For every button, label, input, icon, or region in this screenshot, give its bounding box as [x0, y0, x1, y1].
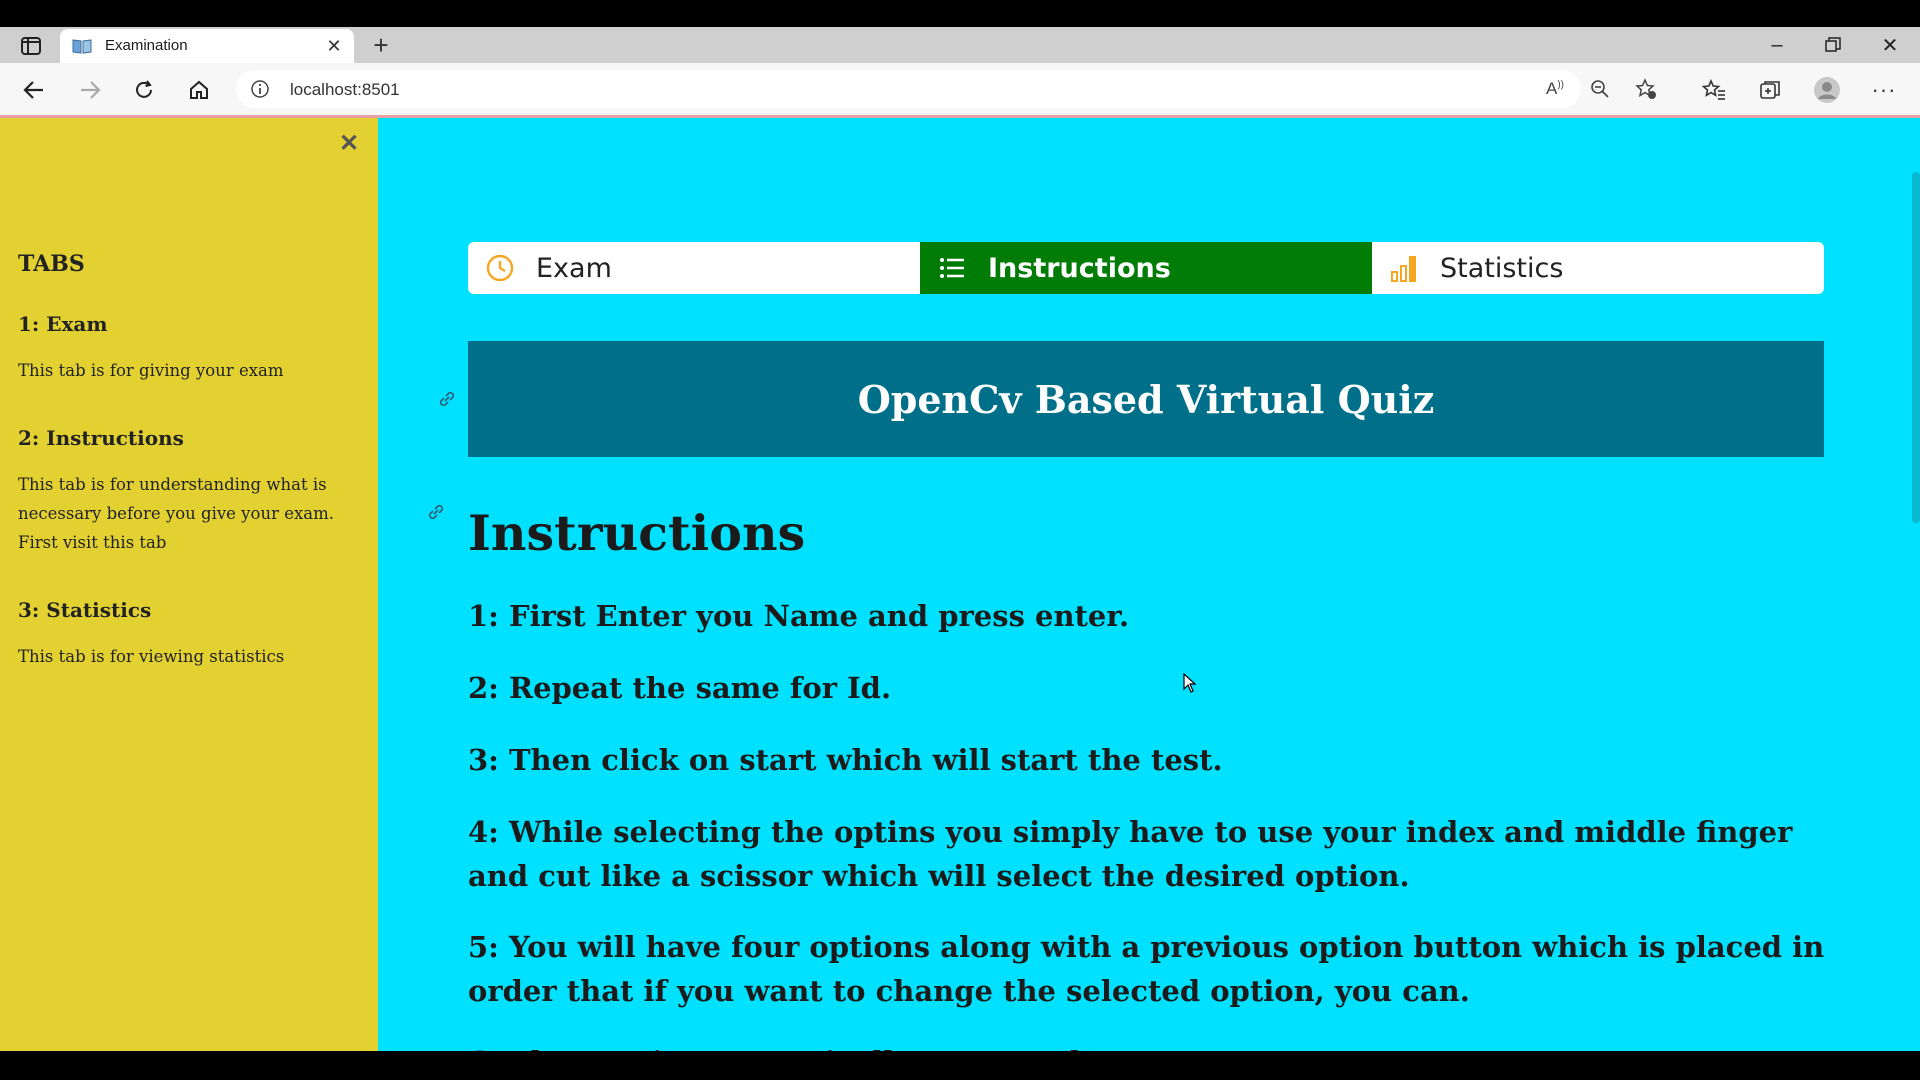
list-icon [936, 252, 968, 284]
refresh-button[interactable] [126, 73, 162, 107]
minimize-icon: – [1771, 33, 1783, 56]
home-button[interactable] [181, 73, 217, 107]
browser-tabstrip: Examination ✕ + – ✕ [0, 27, 1920, 63]
sidebar-section-text: This tab is for viewing statistics [18, 647, 285, 666]
banner-title: OpenCv Based Virtual Quiz [857, 376, 1435, 422]
bar-chart-icon [1388, 252, 1420, 284]
instruction-item: 2: Repeat the same for Id. [468, 671, 892, 705]
sidebar-close-icon[interactable]: ✕ [337, 132, 361, 156]
restore-icon [1825, 37, 1841, 52]
instruction-item: 1: First Enter you Name and press enter. [468, 599, 1130, 633]
mouse-cursor-icon [1183, 673, 1197, 693]
instruction-item: 5: You will have four options along with… [468, 930, 1825, 1008]
tab-exam[interactable]: Exam [468, 242, 920, 294]
favorites-icon [1702, 79, 1725, 100]
back-button[interactable] [16, 73, 52, 107]
instructions-heading: Instructions [468, 504, 806, 562]
forward-arrow-icon [81, 81, 101, 99]
read-aloud-icon: A)) [1545, 79, 1564, 98]
sidebar: ✕ TABS 1: Exam This tab is for giving yo… [0, 115, 378, 1051]
profile-button[interactable] [1809, 73, 1845, 107]
forward-button[interactable] [72, 73, 108, 107]
minimize-button[interactable]: – [1757, 31, 1797, 59]
tab-statistics[interactable]: Statistics [1372, 242, 1824, 294]
sidebar-section-title: 2: Instructions [18, 426, 184, 450]
collections-button[interactable] [1752, 73, 1788, 107]
browser-toolbar: localhost:8501 A)) ··· [0, 63, 1920, 116]
tab-label: Instructions [988, 252, 1171, 284]
tab-title: Examination [105, 37, 188, 54]
instruction-item: 4: While selecting the optins you simply… [468, 815, 1793, 893]
add-favorite-button[interactable] [1630, 73, 1662, 105]
sidebar-heading: TABS [18, 251, 85, 277]
title-banner: OpenCv Based Virtual Quiz [468, 341, 1824, 457]
close-icon: ✕ [1881, 34, 1899, 57]
tab-menu: Exam Instructions Statistics [468, 242, 1824, 294]
restore-button[interactable] [1813, 31, 1853, 59]
avatar-icon [1814, 77, 1840, 103]
instruction-item: 6: The test is automatically proctored. [468, 1040, 1833, 1051]
star-add-icon [1635, 78, 1656, 99]
refresh-icon [136, 80, 152, 98]
url-text: localhost:8501 [290, 80, 400, 99]
collections-icon [1760, 81, 1780, 99]
address-bar[interactable]: localhost:8501 A)) [236, 70, 1656, 108]
sidebar-section-title: 3: Statistics [18, 598, 152, 622]
tab-actions-icon [21, 37, 41, 55]
tab-actions-button[interactable] [14, 33, 48, 59]
read-aloud-button[interactable]: A)) [1539, 73, 1571, 105]
sidebar-section-title: 1: Exam [18, 312, 108, 336]
favorites-button[interactable] [1696, 73, 1732, 107]
sidebar-section-text: This tab is for understanding what is ne… [18, 475, 334, 552]
close-window-button[interactable]: ✕ [1870, 31, 1910, 59]
app-page: ✕ TABS 1: Exam This tab is for giving yo… [0, 115, 1920, 1051]
tab-close-icon[interactable]: ✕ [324, 36, 344, 56]
sidebar-section-text: This tab is for giving your exam [18, 361, 284, 380]
tab-label: Exam [536, 252, 612, 284]
instruction-item: 3: Then click on start which will start … [468, 743, 1223, 777]
main-content: Exam Instructions Statistics OpenCv Base… [378, 115, 1920, 1051]
clock-icon [484, 252, 516, 284]
screen: Examination ✕ + – ✕ localhost:8501 A)) ·… [0, 27, 1920, 1051]
anchor-link-icon[interactable] [436, 388, 458, 410]
more-icon: ··· [1871, 77, 1897, 102]
book-icon [72, 39, 92, 54]
back-arrow-icon [23, 81, 43, 99]
home-icon [190, 80, 208, 99]
info-icon [251, 80, 269, 98]
tab-instructions[interactable]: Instructions [920, 242, 1372, 294]
browser-tab[interactable]: Examination ✕ [60, 29, 354, 63]
anchor-link-icon[interactable] [425, 501, 447, 523]
tab-label: Statistics [1440, 252, 1564, 284]
zoom-out-icon [1591, 80, 1609, 98]
new-tab-button[interactable]: + [366, 32, 396, 59]
settings-more-button[interactable]: ··· [1866, 73, 1902, 107]
scrollbar[interactable] [1912, 172, 1920, 523]
zoom-button[interactable] [1584, 73, 1616, 105]
